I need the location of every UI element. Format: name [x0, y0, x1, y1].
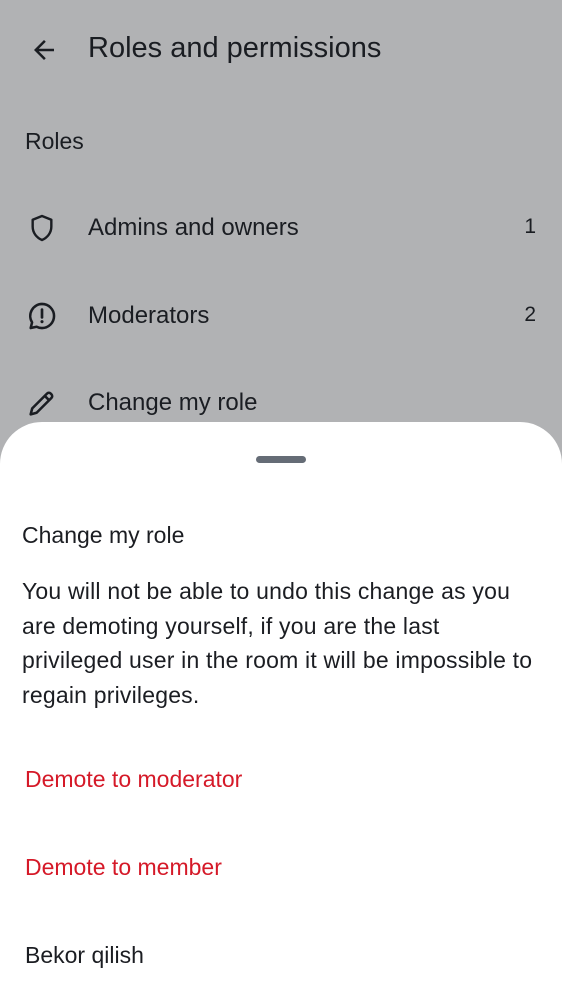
- cancel-button[interactable]: Bekor qilish: [25, 942, 144, 969]
- demote-to-member-button[interactable]: Demote to member: [25, 854, 222, 881]
- sheet-title: Change my role: [22, 522, 185, 548]
- drag-handle[interactable]: [256, 456, 306, 463]
- demote-to-moderator-button[interactable]: Demote to moderator: [25, 766, 242, 793]
- bottom-sheet: Change my role You will not be able to u…: [0, 422, 562, 1000]
- sheet-message: You will not be able to undo this change…: [22, 578, 533, 708]
